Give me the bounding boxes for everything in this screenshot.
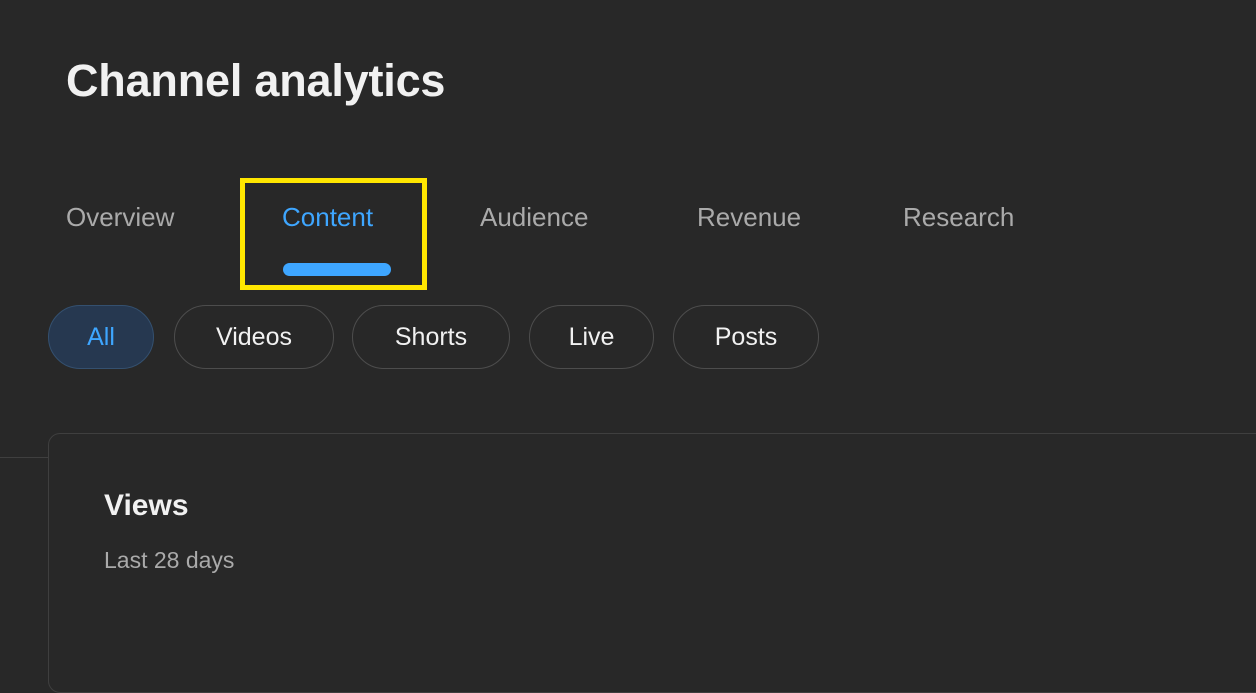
active-tab-indicator [283, 263, 391, 276]
filter-chip-videos-label: Videos [216, 323, 292, 352]
filter-chip-posts-label: Posts [715, 323, 778, 352]
tab-audience-label: Audience [480, 202, 588, 233]
tab-overview[interactable]: Overview [66, 188, 194, 270]
filter-chip-live-label: Live [569, 323, 615, 352]
tab-content-label: Content [282, 202, 373, 233]
tab-content[interactable]: Content [282, 188, 392, 270]
tab-revenue[interactable]: Revenue [697, 188, 817, 270]
views-card-title: Views [104, 488, 189, 524]
tab-audience[interactable]: Audience [480, 188, 610, 270]
tab-revenue-label: Revenue [697, 202, 801, 233]
page-title: Channel analytics [66, 52, 445, 110]
tab-research[interactable]: Research [903, 188, 1029, 270]
filter-chip-all[interactable]: All [48, 305, 154, 369]
tab-overview-label: Overview [66, 202, 174, 233]
tab-research-label: Research [903, 202, 1014, 233]
filter-chip-all-label: All [87, 323, 115, 352]
filter-chip-shorts-label: Shorts [395, 323, 467, 352]
views-card-subtitle: Last 28 days [104, 546, 234, 574]
views-card[interactable]: Views Last 28 days [48, 433, 1256, 693]
analytics-tab-bar: Overview Content Audience Revenue Resear… [0, 188, 1256, 270]
filter-chip-shorts[interactable]: Shorts [352, 305, 510, 369]
filter-chip-posts[interactable]: Posts [673, 305, 819, 369]
filter-chip-live[interactable]: Live [529, 305, 654, 369]
filter-chip-videos[interactable]: Videos [174, 305, 334, 369]
